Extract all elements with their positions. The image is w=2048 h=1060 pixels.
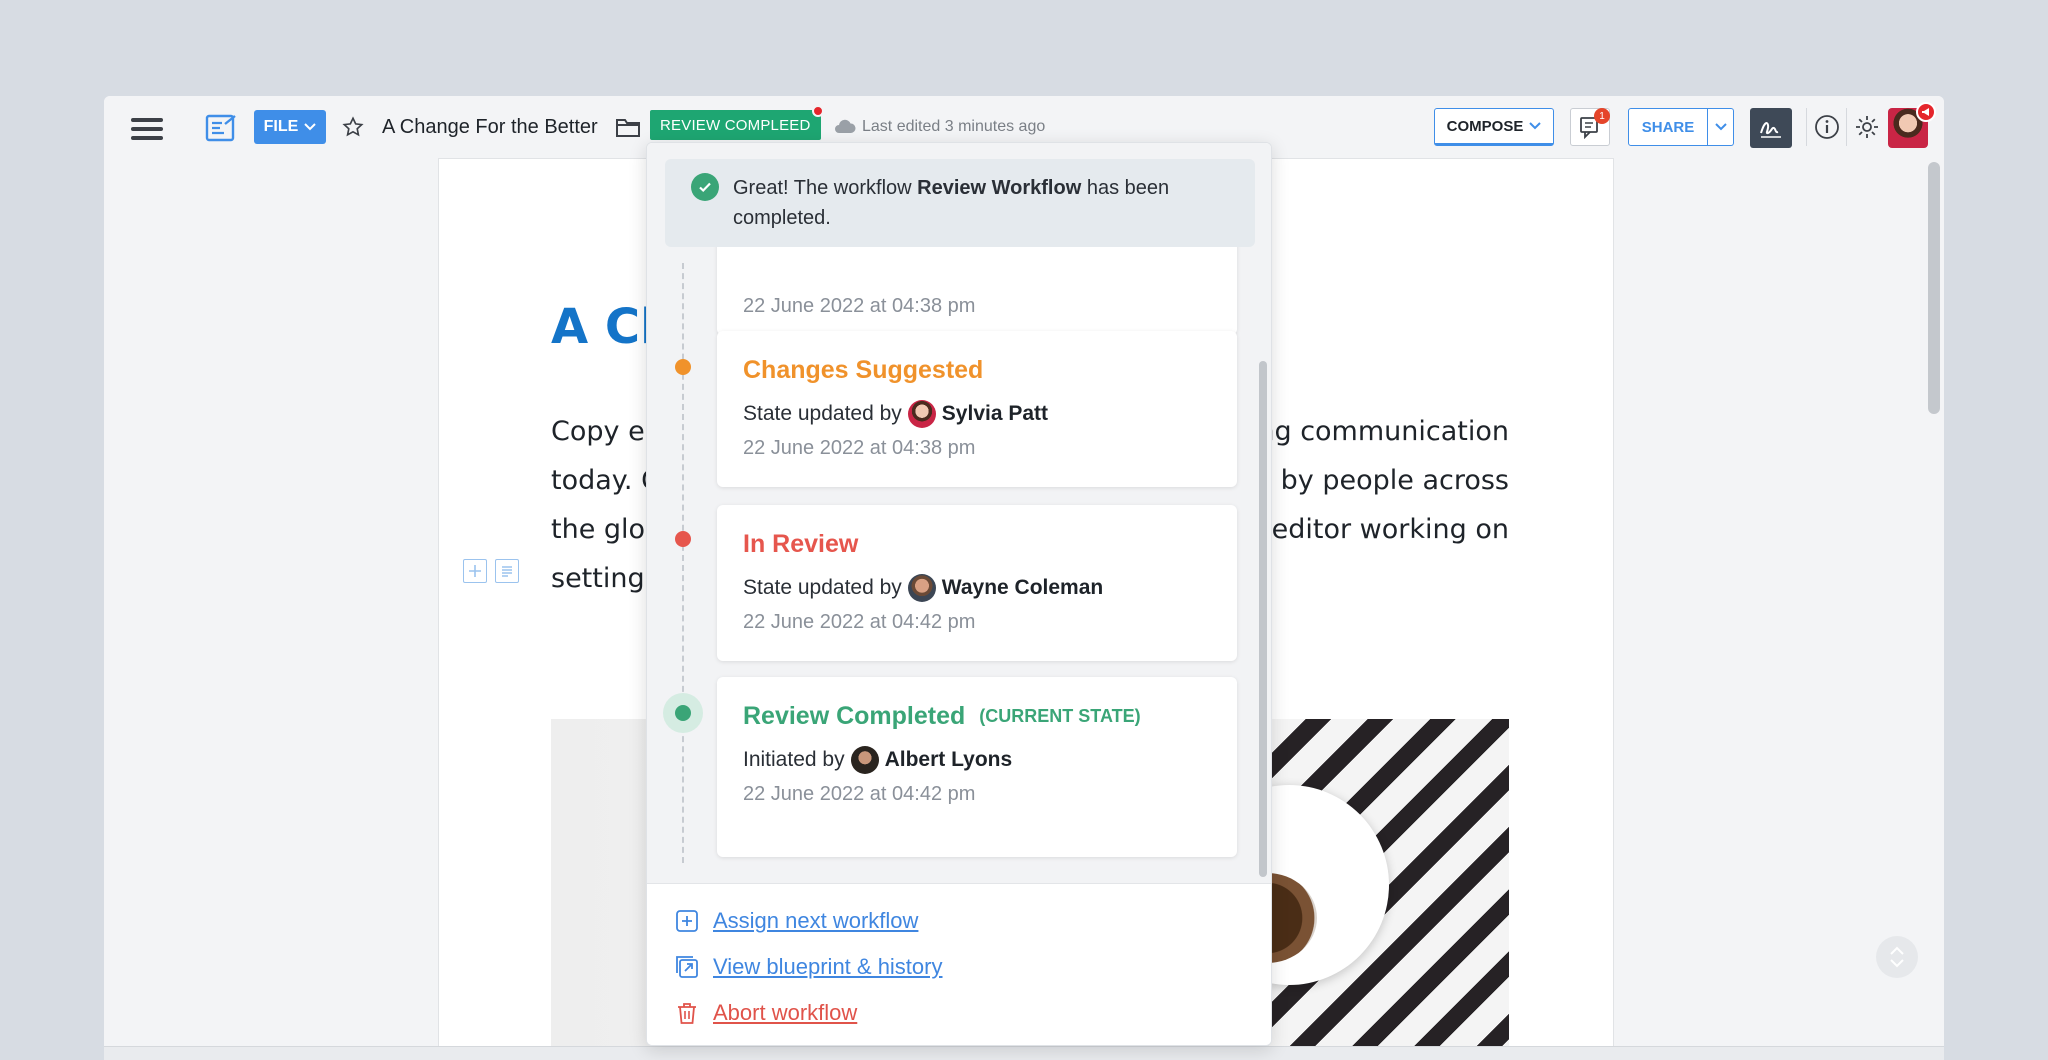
- timeline-card-changes-suggested: Changes Suggested State updated by Sylvi…: [717, 331, 1237, 487]
- document-title[interactable]: A Change For the Better: [382, 112, 598, 142]
- info-icon: [1814, 115, 1839, 139]
- view-blueprint-history-label: View blueprint & history: [713, 954, 943, 979]
- workflow-actions: Assign next workflow View blueprint & hi…: [647, 883, 1271, 1045]
- chevron-down-icon: [304, 123, 317, 131]
- block-tools: [463, 559, 519, 583]
- banner-message: Great! The workflow Review Workflow has …: [733, 173, 1233, 233]
- avatar: [907, 400, 936, 428]
- line-fragment: today. C: [551, 465, 660, 496]
- scroll-navigation-button[interactable]: [1876, 936, 1918, 978]
- state-title: Review Completed (CURRENT STATE): [743, 699, 1211, 733]
- by-label: State updated by: [743, 402, 902, 425]
- file-button-label: FILE: [263, 118, 299, 135]
- line-fragment: editor working on: [1271, 514, 1509, 545]
- timeline-dot: [675, 359, 691, 375]
- compose-button[interactable]: COMPOSE: [1434, 108, 1554, 146]
- insert-block-icon[interactable]: [463, 559, 487, 583]
- timeline-connector: [682, 263, 684, 863]
- info-button[interactable]: [1806, 108, 1846, 146]
- success-banner: Great! The workflow Review Workflow has …: [665, 159, 1255, 247]
- line-fragment: setting: [551, 563, 645, 594]
- state-date: 22 June 2022 at 04:42 pm: [743, 611, 976, 633]
- assign-next-workflow-link[interactable]: Assign next workflow: [675, 908, 918, 934]
- user-name: Wayne Coleman: [941, 576, 1104, 599]
- abort-workflow-link[interactable]: Abort workflow: [675, 1000, 857, 1026]
- state-date: 22 June 2022 at 04:38 pm: [743, 437, 976, 459]
- popover-scrollbar[interactable]: [1259, 361, 1267, 877]
- assign-next-workflow-label: Assign next workflow: [713, 908, 919, 933]
- workflow-status-badge[interactable]: REVIEW COMPLEED: [650, 110, 821, 140]
- cloud-icon: [834, 118, 856, 134]
- chevron-down-icon: [1529, 122, 1542, 130]
- sign-button[interactable]: [1750, 108, 1792, 148]
- line-fragment: Copy e: [551, 416, 645, 447]
- state-title: Changes Suggested: [743, 355, 984, 384]
- notification-count-badge: 1: [1594, 108, 1610, 124]
- state-date: 22 June 2022 at 04:38 pm: [743, 295, 976, 317]
- announcement-icon[interactable]: [1916, 102, 1936, 122]
- status-alert-dot: [812, 105, 824, 117]
- state-title-text: Review Completed: [743, 701, 966, 730]
- line-fragment: the glo: [551, 514, 646, 545]
- avatar: [907, 574, 936, 602]
- banner-workflow-name: Review Workflow: [917, 177, 1082, 199]
- writer-doc-icon[interactable]: [204, 110, 240, 146]
- current-state-tag: (CURRENT STATE): [979, 705, 1141, 726]
- by-label: State updated by: [743, 576, 902, 599]
- workflow-popover: Great! The workflow Review Workflow has …: [646, 142, 1272, 1046]
- state-initiated-by: Initiated by Albert Lyons: [743, 745, 1211, 775]
- share-options-button[interactable]: [1708, 108, 1734, 146]
- star-icon[interactable]: [340, 114, 366, 140]
- timeline-dot: [675, 531, 691, 547]
- share-button[interactable]: SHARE: [1628, 108, 1708, 146]
- state-date: 22 June 2022 at 04:42 pm: [743, 783, 976, 805]
- state-title: In Review: [743, 529, 859, 558]
- file-menu-button[interactable]: FILE: [254, 110, 326, 144]
- state-updated-by: State updated by Sylvia Patt: [743, 399, 1211, 429]
- timeline-card-in-review: In Review State updated by Wayne Coleman…: [717, 505, 1237, 661]
- status-bar: [104, 1046, 1944, 1060]
- user-name: Albert Lyons: [884, 748, 1013, 771]
- trash-icon: [678, 1003, 696, 1024]
- compose-button-label: COMPOSE: [1446, 117, 1524, 135]
- timeline-card-review-completed: Review Completed (CURRENT STATE) Initiat…: [717, 677, 1237, 857]
- by-label: Initiated by: [743, 748, 845, 771]
- gear-icon: [1855, 116, 1878, 138]
- line-fragment: d by people across: [1254, 465, 1509, 496]
- settings-button[interactable]: [1846, 108, 1886, 146]
- hamburger-menu-icon[interactable]: [130, 114, 164, 144]
- chevron-down-icon: [1714, 123, 1727, 131]
- page-scrollbar-thumb[interactable]: [1928, 162, 1940, 414]
- chevron-up-down-icon: [1890, 946, 1904, 968]
- external-link-icon: [676, 956, 698, 978]
- plus-square-icon: [676, 910, 698, 932]
- user-name: Sylvia Patt: [941, 402, 1049, 425]
- paragraph-format-icon[interactable]: [495, 559, 519, 583]
- state-updated-by: State updated by Wayne Coleman: [743, 573, 1211, 603]
- banner-prefix: Great! The workflow: [733, 177, 918, 199]
- check-circle-icon: [691, 173, 719, 201]
- timeline-dot: [675, 705, 691, 721]
- view-blueprint-history-link[interactable]: View blueprint & history: [675, 954, 943, 980]
- folder-icon[interactable]: [614, 114, 642, 140]
- workflow-timeline[interactable]: Great! The workflow Review Workflow has …: [647, 143, 1271, 883]
- abort-workflow-label: Abort workflow: [713, 1000, 858, 1025]
- signature-icon: [1760, 122, 1781, 138]
- line-fragment: ng communication: [1257, 416, 1509, 447]
- last-edited-text: Last edited 3 minutes ago: [862, 118, 1046, 135]
- avatar: [850, 746, 879, 774]
